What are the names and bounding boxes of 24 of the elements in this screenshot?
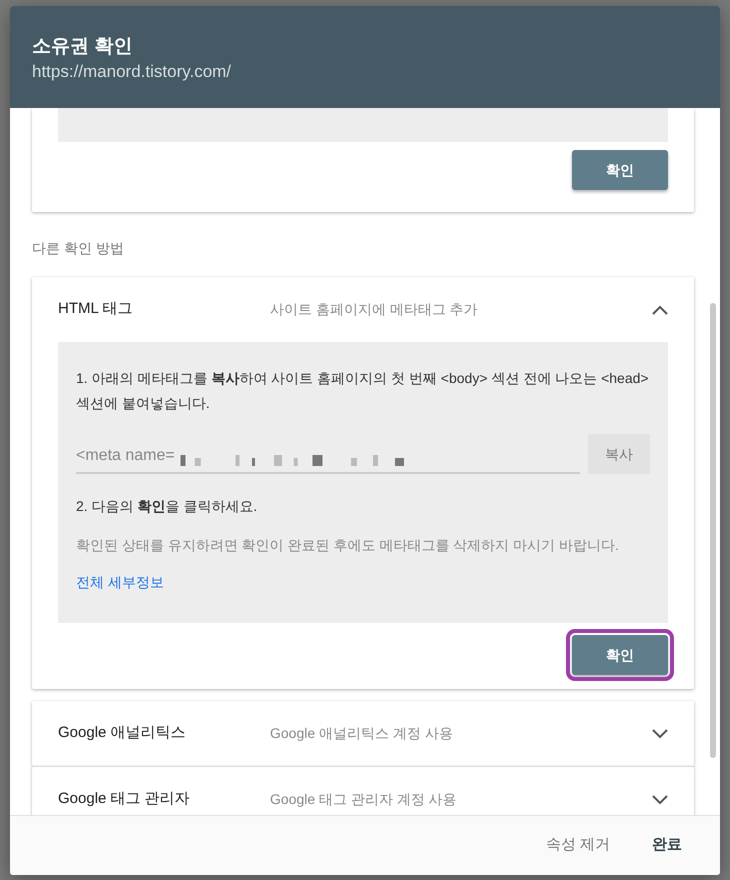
instruction-text: 1. 아래의 메타태그를 복사하여 사이트 홈페이지의 첫 번째 <body> 섹션 전에 나오는 <head> 섹션에 붙여넣습니다. <box>76 369 650 413</box>
scrollbar-thumb[interactable] <box>710 303 716 758</box>
site-url: https://manord.tistory.com/ <box>32 61 232 83</box>
method-name: Google 태그 관리자 <box>58 789 191 810</box>
method-description: 사이트 홈페이지에 메타태그 추가 <box>270 300 479 319</box>
copy-button[interactable]: 복사 <box>588 434 650 474</box>
verify-button[interactable]: 확인 <box>572 635 668 675</box>
method-description: Google 애널리틱스 계정 사용 <box>270 724 454 743</box>
instruction-text: 2. 다음의 확인을 클릭하세요. <box>76 497 258 516</box>
method-name: HTML 태그 <box>58 299 134 320</box>
method-description: Google 태그 관리자 계정 사용 <box>270 790 458 809</box>
verify-button[interactable]: 확인 <box>572 150 668 190</box>
section-label: 다른 확인 방법 <box>32 239 125 258</box>
expand-icon[interactable] <box>652 794 668 804</box>
done-button[interactable]: 완료 <box>636 828 698 863</box>
collapse-icon[interactable] <box>652 304 668 314</box>
meta-tag-text: <meta name= <box>76 446 175 466</box>
meta-tag-field[interactable]: <meta name= <box>76 440 580 474</box>
note-text: 확인된 상태를 유지하려면 확인이 완료된 후에도 메타태그를 삭제하지 마시기 바랍니다. <box>76 536 620 555</box>
dialog-title: 소유권 확인 <box>32 35 134 59</box>
expand-icon[interactable] <box>652 728 668 738</box>
details-link[interactable]: 전체 세부정보 <box>76 572 164 593</box>
method-name: Google 애널리틱스 <box>58 723 187 744</box>
remove-property-button[interactable]: 속성 제거 <box>530 828 626 863</box>
